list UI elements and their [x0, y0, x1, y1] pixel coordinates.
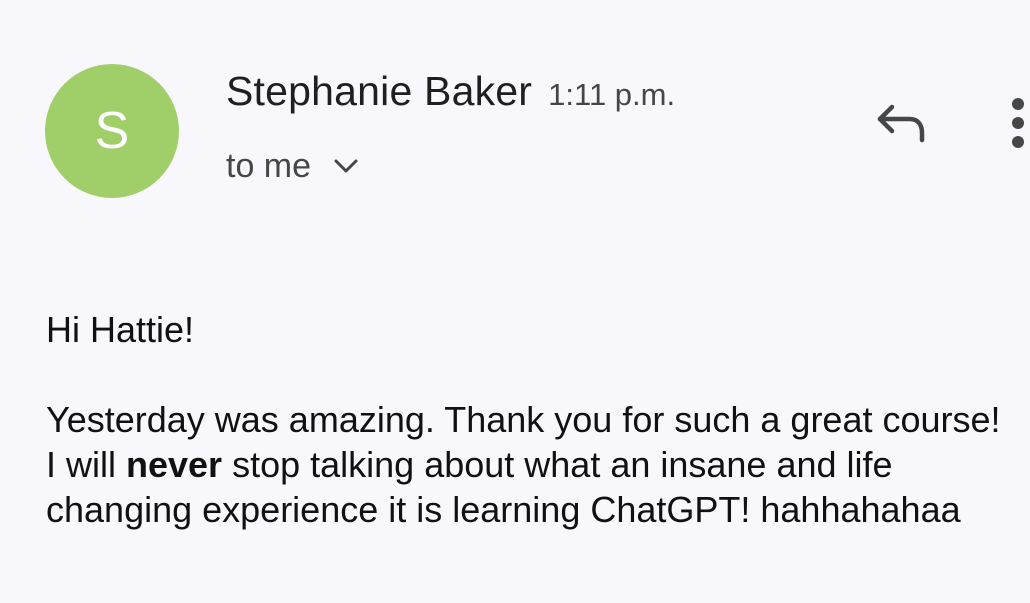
- sender-line: Stephanie Baker 1:11 p.m.: [226, 68, 675, 118]
- greeting: Hi Hattie!: [46, 309, 195, 350]
- email-header: S Stephanie Baker 1:11 p.m. to me: [0, 0, 1030, 240]
- reply-button[interactable]: [868, 96, 930, 150]
- message-paragraph: Yesterday was amazing. Thank you for suc…: [46, 397, 1006, 532]
- recipient-label: to me: [226, 146, 312, 185]
- more-options-button[interactable]: [996, 92, 1030, 154]
- sender-name[interactable]: Stephanie Baker: [226, 68, 532, 115]
- avatar[interactable]: S: [45, 64, 179, 198]
- chevron-down-icon[interactable]: [331, 155, 361, 177]
- avatar-initial: S: [94, 102, 130, 160]
- email-body: Hi Hattie! Yesterday was amazing. Thank …: [46, 307, 1006, 532]
- recipient-details-toggle[interactable]: to me: [226, 144, 361, 188]
- emphasized-word: never: [126, 444, 223, 485]
- sent-time: 1:11 p.m.: [548, 77, 676, 112]
- reply-icon: [870, 97, 928, 150]
